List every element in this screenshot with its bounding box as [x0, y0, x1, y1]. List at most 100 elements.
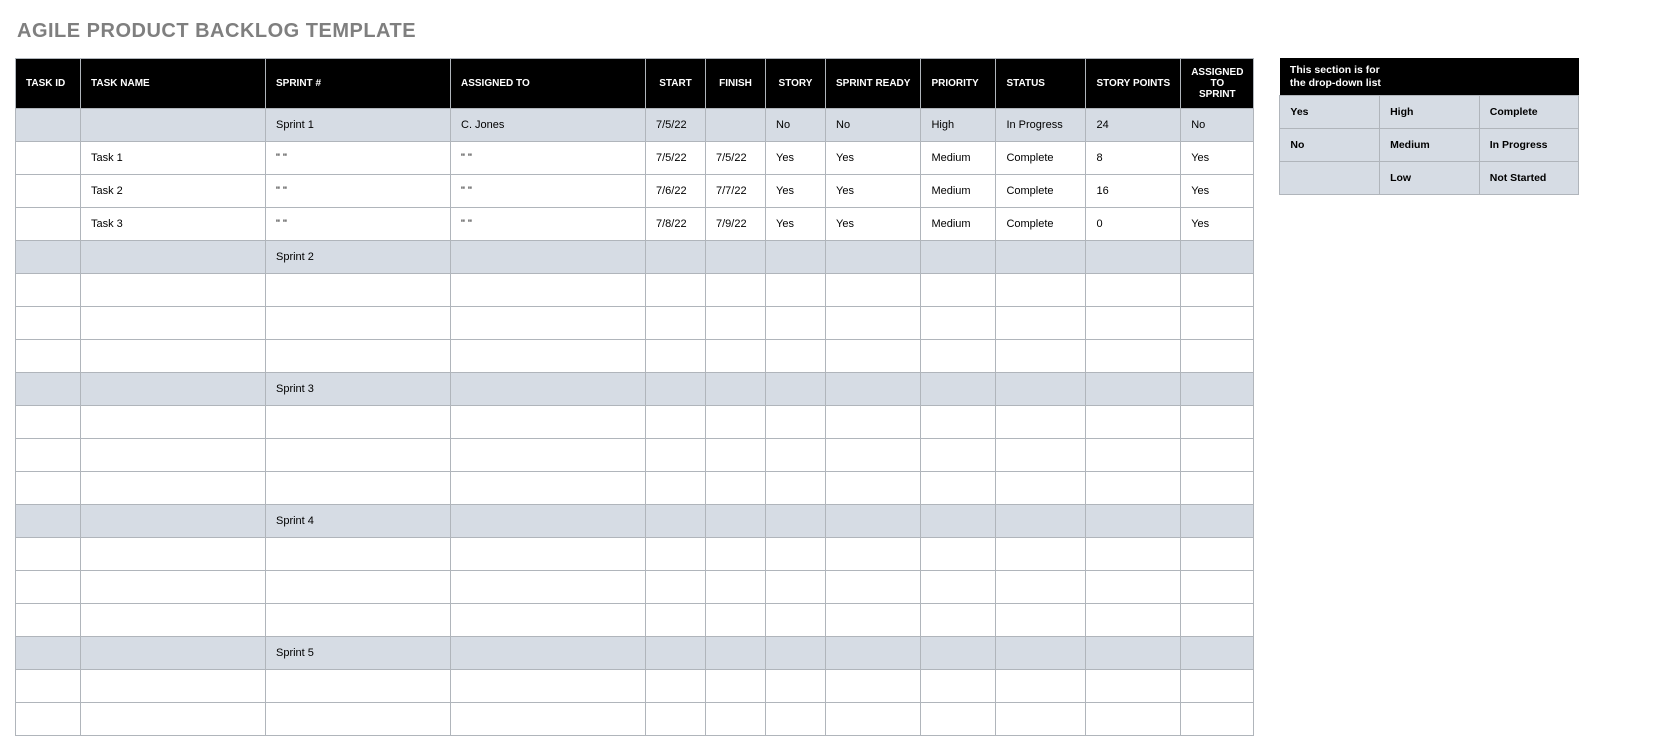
cell-sprint-ready[interactable] [826, 703, 921, 736]
cell-status[interactable] [996, 637, 1086, 670]
cell-sprint[interactable] [266, 571, 451, 604]
cell-start[interactable] [646, 637, 706, 670]
cell-sprint-ready[interactable] [826, 307, 921, 340]
cell-assigned-to[interactable] [451, 340, 646, 373]
cell-task-id[interactable] [16, 208, 81, 241]
cell-sprint-ready[interactable] [826, 571, 921, 604]
cell-story[interactable] [766, 439, 826, 472]
cell-task-name[interactable]: Task 3 [81, 208, 266, 241]
cell-assigned-to[interactable] [451, 571, 646, 604]
cell-sprint[interactable] [266, 538, 451, 571]
cell-priority[interactable] [921, 406, 996, 439]
cell-finish[interactable] [706, 505, 766, 538]
cell-story[interactable] [766, 604, 826, 637]
cell-story[interactable] [766, 307, 826, 340]
cell-priority[interactable] [921, 340, 996, 373]
cell-finish[interactable]: 7/5/22 [706, 142, 766, 175]
cell-sprint[interactable]: " " [266, 142, 451, 175]
cell-priority[interactable] [921, 571, 996, 604]
cell-finish[interactable] [706, 241, 766, 274]
cell-finish[interactable]: 7/7/22 [706, 175, 766, 208]
cell-start[interactable] [646, 538, 706, 571]
cell-task-name[interactable] [81, 241, 266, 274]
cell-status[interactable] [996, 670, 1086, 703]
cell-start[interactable] [646, 571, 706, 604]
cell-status[interactable]: Complete [996, 208, 1086, 241]
cell-sprint-ready[interactable] [826, 538, 921, 571]
cell-story-points[interactable] [1086, 274, 1181, 307]
cell-start[interactable] [646, 274, 706, 307]
cell-task-name[interactable] [81, 604, 266, 637]
cell-status[interactable] [996, 472, 1086, 505]
cell-sprint-ready[interactable] [826, 373, 921, 406]
cell-status[interactable] [996, 439, 1086, 472]
cell-start[interactable] [646, 604, 706, 637]
cell-assigned-to-sprint[interactable] [1181, 406, 1254, 439]
cell-assigned-to[interactable]: " " [451, 142, 646, 175]
cell-assigned-to[interactable] [451, 373, 646, 406]
cell-story[interactable] [766, 703, 826, 736]
cell-finish[interactable] [706, 340, 766, 373]
cell-assigned-to[interactable] [451, 307, 646, 340]
cell-assigned-to[interactable]: " " [451, 175, 646, 208]
cell-start[interactable] [646, 373, 706, 406]
cell-sprint-ready[interactable] [826, 505, 921, 538]
cell-task-name[interactable] [81, 637, 266, 670]
cell-priority[interactable] [921, 670, 996, 703]
cell-start[interactable]: 7/5/22 [646, 109, 706, 142]
cell-task-id[interactable] [16, 241, 81, 274]
cell-assigned-to-sprint[interactable] [1181, 439, 1254, 472]
cell-assigned-to[interactable] [451, 538, 646, 571]
cell-task-id[interactable] [16, 406, 81, 439]
cell-sprint[interactable] [266, 406, 451, 439]
cell-assigned-to[interactable] [451, 274, 646, 307]
cell-finish[interactable] [706, 670, 766, 703]
cell-priority[interactable] [921, 439, 996, 472]
cell-assigned-to-sprint[interactable] [1181, 670, 1254, 703]
cell-sprint-ready[interactable]: Yes [826, 175, 921, 208]
cell-assigned-to[interactable] [451, 439, 646, 472]
cell-story-points[interactable] [1086, 637, 1181, 670]
cell-story-points[interactable] [1086, 604, 1181, 637]
cell-story[interactable]: Yes [766, 142, 826, 175]
cell-priority[interactable]: Medium [921, 142, 996, 175]
cell-finish[interactable] [706, 109, 766, 142]
cell-task-name[interactable] [81, 505, 266, 538]
cell-status[interactable] [996, 538, 1086, 571]
cell-start[interactable] [646, 340, 706, 373]
cell-start[interactable] [646, 307, 706, 340]
cell-sprint-ready[interactable] [826, 637, 921, 670]
cell-start[interactable] [646, 505, 706, 538]
cell-assigned-to[interactable] [451, 604, 646, 637]
cell-finish[interactable]: 7/9/22 [706, 208, 766, 241]
cell-sprint-ready[interactable] [826, 670, 921, 703]
cell-priority[interactable] [921, 373, 996, 406]
cell-sprint-ready[interactable] [826, 340, 921, 373]
cell-assigned-to[interactable] [451, 505, 646, 538]
cell-sprint-ready[interactable]: Yes [826, 208, 921, 241]
cell-status[interactable] [996, 604, 1086, 637]
cell-status[interactable] [996, 703, 1086, 736]
cell-sprint[interactable] [266, 703, 451, 736]
cell-start[interactable] [646, 670, 706, 703]
cell-assigned-to[interactable] [451, 406, 646, 439]
cell-sprint-ready[interactable] [826, 274, 921, 307]
cell-story[interactable] [766, 571, 826, 604]
cell-story[interactable] [766, 373, 826, 406]
cell-priority[interactable] [921, 241, 996, 274]
cell-assigned-to-sprint[interactable] [1181, 274, 1254, 307]
cell-task-name[interactable] [81, 274, 266, 307]
cell-task-name[interactable] [81, 109, 266, 142]
cell-status[interactable]: Complete [996, 175, 1086, 208]
cell-assigned-to[interactable] [451, 472, 646, 505]
cell-task-name[interactable] [81, 373, 266, 406]
cell-finish[interactable] [706, 307, 766, 340]
cell-sprint[interactable] [266, 670, 451, 703]
cell-finish[interactable] [706, 439, 766, 472]
cell-assigned-to-sprint[interactable] [1181, 703, 1254, 736]
cell-story[interactable] [766, 241, 826, 274]
cell-task-id[interactable] [16, 505, 81, 538]
cell-assigned-to-sprint[interactable]: Yes [1181, 175, 1254, 208]
cell-assigned-to[interactable] [451, 670, 646, 703]
cell-sprint[interactable]: Sprint 4 [266, 505, 451, 538]
